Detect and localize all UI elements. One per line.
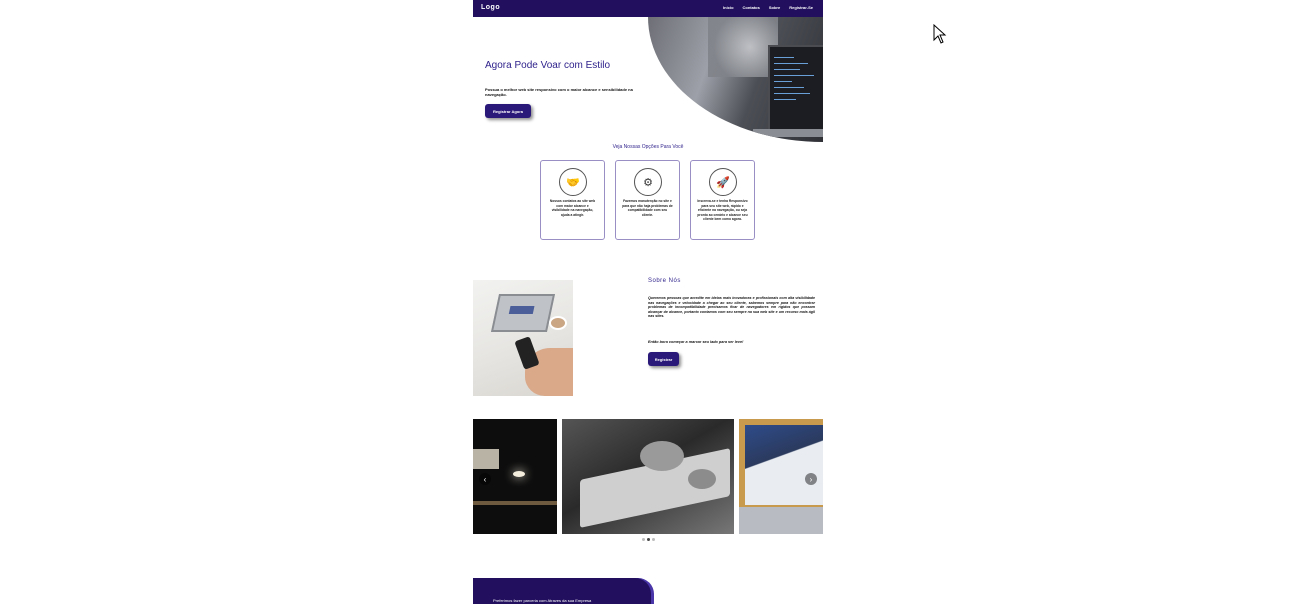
carousel-next-icon[interactable]: ›	[805, 473, 817, 485]
option-card-text: Fazemos manutenção no site e para que nã…	[622, 199, 673, 217]
about-title: Sobre Nós	[648, 278, 681, 284]
image-carousel: ‹ ›	[473, 419, 823, 534]
register-button[interactable]: Registrar	[648, 352, 679, 366]
about-cta-text: Então bora começar a marcar seu lado par…	[648, 340, 744, 344]
rocket-icon: 🚀	[709, 168, 737, 196]
nav-link-contatos[interactable]: Contatos	[743, 5, 760, 10]
hero-subtitle: Possua o melhor web site responsivo com …	[485, 87, 633, 97]
about-text: Queremos pessoas que acredite em ideias …	[648, 296, 815, 319]
option-card-text: Inscreva-se e tenha Responsivo para seu …	[697, 199, 748, 221]
carousel-prev-icon[interactable]: ‹	[479, 473, 491, 485]
nav-links: Início Contatos Sobre Registrar-Se	[723, 5, 813, 10]
mouse-cursor-icon	[933, 24, 947, 44]
carousel-slide	[562, 419, 734, 534]
options-title: Veja Nossas Opções Para Você	[612, 144, 684, 150]
option-card-text: Nossos contatos ao site web com maior al…	[549, 199, 596, 217]
nav-link-registrar[interactable]: Registrar-Se	[789, 5, 813, 10]
option-card: 🚀 Inscreva-se e tenha Responsivo para se…	[690, 160, 755, 240]
hero-title: Agora Pode Voar com Estilo	[485, 60, 611, 71]
carousel-dot[interactable]	[646, 538, 650, 541]
nav-link-inicio[interactable]: Início	[723, 5, 733, 10]
gears-icon: ⚙	[634, 168, 662, 196]
hero-image	[648, 17, 823, 142]
option-card: 🤝 Nossos contatos ao site web com maior …	[540, 160, 605, 240]
about-image	[473, 280, 573, 396]
carousel-dot[interactable]	[641, 538, 645, 541]
carousel-indicators	[473, 538, 823, 541]
handshake-icon: 🤝	[559, 168, 587, 196]
navbar: Logo Início Contatos Sobre Registrar-Se	[473, 0, 823, 17]
logo[interactable]: Logo	[481, 4, 500, 11]
partner-banner-text: Preferimos fazer parceria com Atraves da…	[493, 598, 592, 603]
nav-link-sobre[interactable]: Sobre	[769, 5, 780, 10]
option-card: ⚙ Fazemos manutenção no site e para que …	[615, 160, 680, 240]
carousel-dot[interactable]	[651, 538, 655, 541]
register-now-button[interactable]: Registrar Agora	[485, 104, 531, 118]
partner-banner: Preferimos fazer parceria com Atraves da…	[473, 578, 651, 604]
page: Logo Início Contatos Sobre Registrar-Se …	[473, 0, 823, 604]
